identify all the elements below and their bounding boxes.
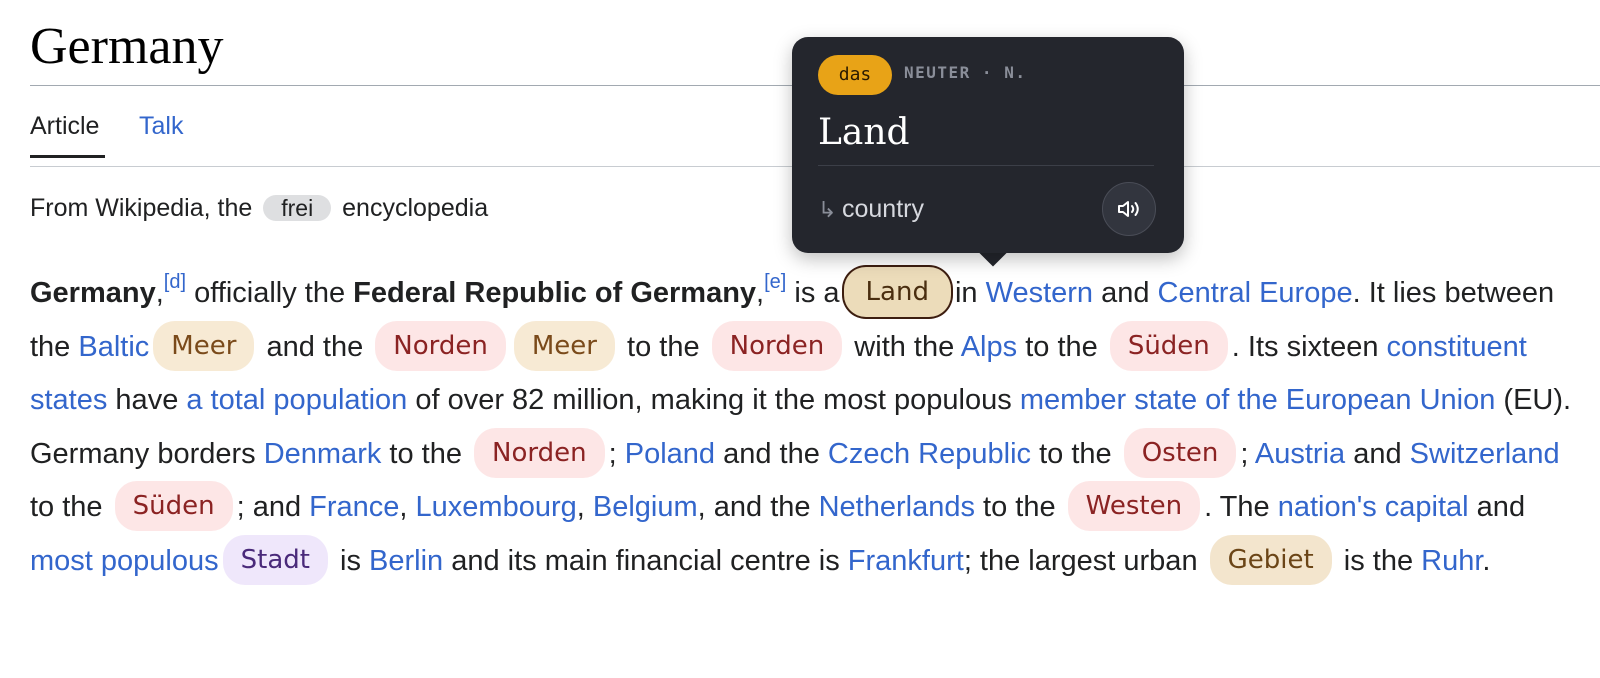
text: and its main financial centre is [443, 544, 848, 577]
text: to the [619, 330, 708, 363]
vocab-chip-norden[interactable]: Norden [474, 427, 605, 478]
page-title: Germany [30, 18, 224, 75]
text: ; [1240, 437, 1255, 470]
text: in [954, 277, 986, 309]
vocab-chip-osten[interactable]: Osten [1123, 427, 1237, 478]
bold-germany: Germany [30, 277, 156, 309]
link-nations-capital[interactable]: nation's capital [1278, 491, 1469, 523]
text: and [1093, 277, 1158, 309]
link-berlin[interactable]: Berlin [369, 545, 443, 577]
gender-label: NEUTER · N. [904, 63, 1027, 82]
text: is a [786, 277, 840, 309]
translation-arrow-icon: ↳ [818, 197, 837, 222]
text: to the [381, 437, 471, 470]
vocab-chip-stadt[interactable]: Stadt [222, 534, 328, 585]
vocab-chip-land-active[interactable]: Land [843, 267, 951, 317]
text: with the [846, 330, 961, 363]
link-alps[interactable]: Alps [961, 331, 1017, 363]
link-denmark[interactable]: Denmark [264, 438, 382, 470]
bold-frg: Federal Republic of Germany [353, 277, 757, 309]
text: ; the largest urban [963, 544, 1206, 577]
link-netherlands[interactable]: Netherlands [819, 491, 975, 523]
link-most-populous[interactable]: most populous [30, 545, 219, 577]
tab-article[interactable]: Article [30, 108, 99, 144]
tagline: From Wikipedia, the frei encyclopedia [30, 186, 488, 230]
vocab-popover: das NEUTER · N. Land ↳ country [792, 37, 1184, 253]
popover-divider [818, 165, 1154, 166]
vocab-chip-norden[interactable]: Norden [711, 320, 843, 371]
text: is the [1335, 544, 1422, 577]
speaker-icon [1118, 201, 1139, 217]
article-lead-paragraph: Germany,[d] officially the Federal Repub… [30, 267, 1590, 588]
text: of over 82 million, making it the most p… [407, 384, 1020, 416]
vocab-chip-frei[interactable]: frei [263, 195, 332, 221]
article-badge: das [818, 55, 892, 95]
link-belgium[interactable]: Belgium [593, 491, 698, 523]
link-switzerland[interactable]: Switzerland [1410, 438, 1560, 470]
text: , [576, 491, 593, 523]
popover-word: Land [818, 112, 910, 153]
vocab-chip-norden[interactable]: Norden [375, 320, 506, 371]
vocab-chip-meer[interactable]: Meer [513, 320, 615, 371]
text: . The [1204, 491, 1278, 523]
active-tab-indicator [30, 155, 105, 158]
link-ruhr[interactable]: Ruhr [1421, 545, 1482, 577]
text: , [399, 491, 416, 523]
text: to the [974, 491, 1064, 523]
tab-talk[interactable]: Talk [139, 108, 183, 144]
text: officially the [186, 277, 354, 309]
link-france[interactable]: France [309, 491, 399, 523]
vocab-chip-westen[interactable]: Westen [1067, 481, 1201, 531]
text: to the [1031, 437, 1120, 470]
text: and [1345, 437, 1410, 470]
text: to the [1017, 330, 1106, 363]
text: , [155, 277, 164, 309]
text: ; and [236, 491, 310, 523]
link-total-population[interactable]: a total population [186, 384, 407, 416]
tagline-suffix: encyclopedia [342, 194, 489, 222]
tagline-prefix: From Wikipedia, the [30, 194, 253, 222]
text: is [331, 544, 370, 577]
link-member-state-eu[interactable]: member state of the European Union [1020, 384, 1496, 416]
link-western[interactable]: Western [986, 277, 1093, 309]
translation-text: country [842, 195, 924, 223]
text: to the [30, 491, 111, 523]
text: and the [715, 437, 828, 470]
text: . Its sixteen [1231, 330, 1387, 363]
vocab-chip-gebiet[interactable]: Gebiet [1209, 534, 1332, 585]
vocab-chip-sueden[interactable]: Süden [114, 481, 233, 531]
link-baltic[interactable]: Baltic [78, 331, 149, 363]
text: ; [608, 437, 625, 470]
vocab-chip-meer[interactable]: Meer [153, 320, 255, 371]
text: and [1468, 491, 1526, 523]
link-frankfurt[interactable]: Frankfurt [848, 545, 964, 577]
ref-e[interactable]: [e] [764, 271, 786, 293]
text: . [1482, 544, 1491, 577]
link-poland[interactable]: Poland [625, 438, 715, 470]
link-central-europe[interactable]: Central Europe [1158, 277, 1353, 309]
text: have [107, 384, 187, 416]
link-czech-republic[interactable]: Czech Republic [828, 438, 1031, 470]
text: , [756, 277, 765, 309]
text: and the [258, 330, 372, 363]
pronounce-button[interactable] [1102, 182, 1156, 236]
vocab-chip-sueden[interactable]: Süden [1109, 320, 1228, 371]
link-austria[interactable]: Austria [1255, 438, 1345, 470]
link-luxembourg[interactable]: Luxembourg [416, 491, 577, 523]
ref-d[interactable]: [d] [164, 271, 186, 293]
text: , and the [697, 491, 819, 523]
